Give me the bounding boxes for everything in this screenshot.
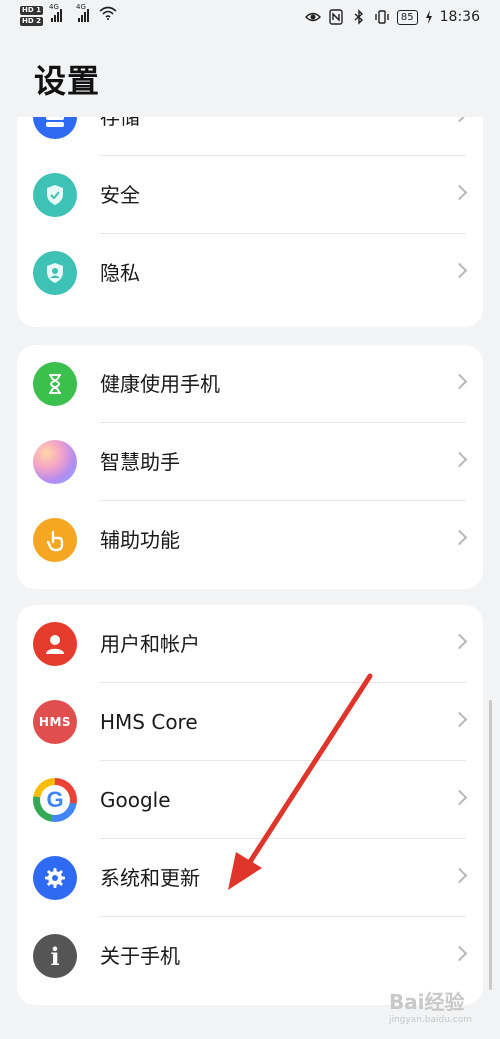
settings-list[interactable]: 存储 安全 隐私 健康使用手机 智慧助手 辅助功能 用户和帐户 HMS HMS …	[0, 117, 500, 1039]
shield-icon	[33, 173, 77, 217]
chevron-right-icon	[451, 529, 468, 546]
charging-icon	[425, 10, 432, 24]
eye-icon	[304, 12, 321, 22]
settings-item-system-updates[interactable]: 系统和更新	[17, 839, 483, 917]
hourglass-icon	[33, 362, 77, 406]
settings-item-label: 隐私	[100, 261, 140, 285]
sim2-badge: HD 2	[20, 17, 43, 26]
chevron-right-icon	[451, 262, 468, 279]
storage-icon	[33, 117, 77, 139]
chevron-right-icon	[451, 633, 468, 650]
signal-2-icon: 4G	[76, 3, 89, 22]
settings-item-privacy[interactable]: 隐私	[17, 234, 483, 312]
status-right: 85 18:36	[304, 9, 480, 25]
settings-item-assistant[interactable]: 智慧助手	[17, 423, 483, 501]
vibrate-icon	[375, 10, 389, 24]
info-icon: i	[33, 934, 77, 978]
settings-item-label: 用户和帐户	[100, 632, 200, 656]
chevron-right-icon	[451, 373, 468, 390]
settings-item-label: 健康使用手机	[100, 372, 220, 396]
status-left: HD 1 HD 2 4G 4G	[20, 3, 117, 28]
settings-item-label: 辅助功能	[100, 528, 180, 552]
settings-item-about-phone[interactable]: i 关于手机	[17, 917, 483, 995]
user-icon	[33, 622, 77, 666]
settings-item-users-accounts[interactable]: 用户和帐户	[17, 605, 483, 683]
wifi-icon	[99, 6, 117, 20]
settings-item-security[interactable]: 安全	[17, 156, 483, 234]
chevron-right-icon	[451, 117, 468, 123]
gear-icon	[33, 856, 77, 900]
status-bar: HD 1 HD 2 4G 4G 85 18:36	[0, 0, 500, 40]
settings-item-accessibility[interactable]: 辅助功能	[17, 501, 483, 579]
settings-item-label: 关于手机	[100, 944, 180, 968]
watermark: Bai经验 jingyan.baidu.com	[388, 990, 472, 1025]
settings-item-label: 存储	[100, 117, 140, 129]
page-title: 设置	[34, 62, 101, 100]
settings-item-label: HMS Core	[100, 710, 198, 734]
settings-group-3: 用户和帐户 HMS HMS Core G Google 系统和更新 i 关于手机	[17, 605, 483, 1005]
assistant-orb-icon	[33, 440, 77, 484]
settings-group-1: 存储 安全 隐私	[17, 117, 483, 327]
settings-item-digital-balance[interactable]: 健康使用手机	[17, 345, 483, 423]
settings-item-label: Google	[100, 788, 171, 812]
chevron-right-icon	[451, 789, 468, 806]
settings-item-storage[interactable]: 存储	[17, 117, 483, 156]
chevron-right-icon	[451, 184, 468, 201]
chevron-right-icon	[451, 945, 468, 962]
signal-1-icon: 4G	[49, 3, 62, 22]
settings-item-label: 智慧助手	[100, 450, 180, 474]
scrollbar[interactable]	[489, 700, 492, 990]
settings-item-hms-core[interactable]: HMS HMS Core	[17, 683, 483, 761]
google-icon: G	[33, 778, 77, 822]
settings-item-label: 系统和更新	[100, 866, 200, 890]
bluetooth-icon	[354, 9, 363, 25]
privacy-icon	[33, 251, 77, 295]
settings-item-label: 安全	[100, 183, 140, 207]
clock: 18:36	[439, 9, 480, 25]
hand-icon	[33, 518, 77, 562]
sim1-badge: HD 1	[20, 6, 43, 15]
chevron-right-icon	[451, 451, 468, 468]
chevron-right-icon	[451, 711, 468, 728]
chevron-right-icon	[451, 867, 468, 884]
hms-icon: HMS	[33, 700, 77, 744]
battery-level: 85	[396, 9, 418, 25]
settings-group-2: 健康使用手机 智慧助手 辅助功能	[17, 345, 483, 589]
settings-item-google[interactable]: G Google	[17, 761, 483, 839]
nfc-icon	[329, 9, 343, 25]
